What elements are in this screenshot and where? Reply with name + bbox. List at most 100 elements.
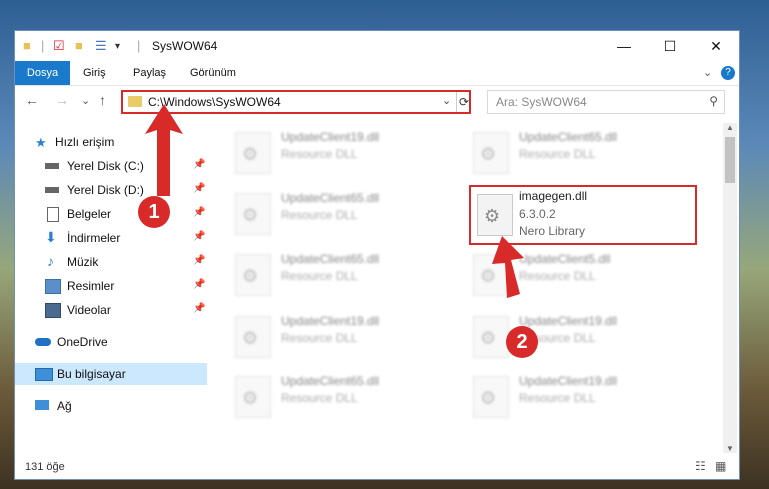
minimize-button[interactable]: — bbox=[601, 31, 647, 61]
address-dropdown-icon[interactable]: ⌄ bbox=[442, 94, 451, 107]
tab-file[interactable]: Dosya bbox=[15, 61, 70, 85]
list-item-imagegen[interactable]: imagegen.dll 6.3.0.2 Nero Library bbox=[469, 185, 697, 245]
sidebar-item-onedrive[interactable]: OneDrive bbox=[15, 331, 207, 353]
search-placeholder: Ara: SysWOW64 bbox=[496, 95, 587, 109]
sidebar-item-label: İndirmeler bbox=[67, 231, 121, 245]
sidebar-item-label: Yerel Disk (C:) bbox=[67, 159, 144, 173]
pin-icon[interactable]: 📌 bbox=[193, 207, 205, 218]
sidebar-item-videos[interactable]: Videolar 📌 bbox=[15, 299, 207, 321]
search-input[interactable]: Ara: SysWOW64 ⚲ bbox=[487, 90, 725, 114]
sidebar-item-label: Belgeler bbox=[67, 207, 112, 221]
pin-icon[interactable]: 📌 bbox=[193, 231, 205, 242]
file-description: Nero Library bbox=[519, 224, 586, 238]
list-item[interactable]: UpdateClient65.dll Resource DLL bbox=[231, 249, 451, 301]
refresh-button[interactable]: ⟳ bbox=[456, 92, 471, 112]
sidebar-item-local-disk-c[interactable]: Yerel Disk (C:) 📌 bbox=[15, 155, 207, 177]
tab-share[interactable]: Paylaş bbox=[133, 61, 166, 85]
sidebar-item-this-pc[interactable]: Bu bilgisayar bbox=[15, 363, 207, 385]
scroll-up-icon[interactable]: ▲ bbox=[726, 123, 734, 132]
dll-file-icon bbox=[235, 316, 271, 358]
pin-icon[interactable]: 📌 bbox=[193, 303, 205, 314]
list-item[interactable]: UpdateClient65.dll Resource DLL bbox=[231, 188, 451, 240]
list-item[interactable]: UpdateClient19.dll Resource DLL bbox=[231, 311, 451, 363]
up-button[interactable]: ↑ bbox=[99, 92, 106, 108]
dll-file-icon bbox=[235, 193, 271, 235]
list-item[interactable]: UpdateClient65.dll Resource DLL bbox=[231, 371, 451, 423]
file-name: UpdateClient19.dll bbox=[519, 374, 618, 388]
file-name: UpdateClient19.dll bbox=[281, 130, 380, 144]
sidebar-item-quick-access[interactable]: ★ Hızlı erişim bbox=[15, 131, 207, 153]
separator: | bbox=[41, 38, 45, 53]
sidebar-item-documents[interactable]: Belgeler 📌 bbox=[15, 203, 207, 225]
sidebar-item-label: Videolar bbox=[67, 303, 111, 317]
folder-icon bbox=[128, 96, 142, 107]
pin-icon[interactable]: 📌 bbox=[193, 255, 205, 266]
file-type: Resource DLL bbox=[519, 269, 596, 283]
pin-icon[interactable]: 📌 bbox=[193, 279, 205, 290]
sidebar-item-network[interactable]: Ağ bbox=[15, 395, 207, 417]
drive-icon bbox=[45, 187, 59, 193]
file-name: UpdateClient65.dll bbox=[281, 374, 380, 388]
window-title: SysWOW64 bbox=[152, 39, 218, 53]
videos-icon bbox=[45, 303, 61, 318]
maximize-button[interactable]: ☐ bbox=[647, 31, 693, 61]
file-list: UpdateClient19.dll Resource DLL UpdateCl… bbox=[211, 123, 721, 453]
new-folder-icon[interactable]: ■ bbox=[75, 38, 83, 53]
file-name: UpdateClient5.dll bbox=[519, 252, 611, 266]
sidebar-item-music[interactable]: ♪ Müzik 📌 bbox=[15, 251, 207, 273]
sidebar-item-downloads[interactable]: ⬇ İndirmeler 📌 bbox=[15, 227, 207, 249]
sidebar-item-pictures[interactable]: Resimler 📌 bbox=[15, 275, 207, 297]
list-item[interactable]: UpdateClient5.dll Resource DLL bbox=[469, 249, 689, 301]
details-view-icon[interactable]: ☷ bbox=[695, 459, 706, 473]
scrollbar-thumb[interactable] bbox=[725, 137, 735, 183]
properties-icon[interactable]: ☑ bbox=[53, 38, 65, 54]
dll-file-icon bbox=[473, 376, 509, 418]
collapse-ribbon-icon[interactable]: ⌄ bbox=[703, 61, 712, 85]
title-bar: ■ | ☑ ■ ☰ ▾ | SysWOW64 — ☐ ✕ bbox=[15, 31, 739, 61]
list-item[interactable]: UpdateClient19.dll Resource DLL bbox=[469, 371, 689, 423]
dll-file-icon bbox=[473, 132, 509, 174]
large-icons-view-icon[interactable]: ▦ bbox=[715, 459, 726, 473]
tab-home[interactable]: Giriş bbox=[83, 61, 106, 85]
list-item[interactable]: UpdateClient65.dll Resource DLL bbox=[469, 127, 689, 179]
customize-icon[interactable]: ☰ bbox=[95, 38, 107, 54]
pin-icon[interactable]: 📌 bbox=[193, 183, 205, 194]
file-type: Resource DLL bbox=[519, 147, 596, 161]
file-name: UpdateClient65.dll bbox=[281, 191, 380, 205]
list-item[interactable]: UpdateClient19.dll Resource DLL bbox=[231, 127, 451, 179]
star-icon: ★ bbox=[35, 135, 47, 150]
address-path: C:\Windows\SysWOW64 bbox=[148, 95, 281, 109]
file-type: Resource DLL bbox=[281, 208, 358, 222]
network-icon bbox=[35, 400, 49, 410]
file-type: Resource DLL bbox=[519, 391, 596, 405]
file-name: UpdateClient65.dll bbox=[281, 252, 380, 266]
sidebar-item-label: Müzik bbox=[67, 255, 99, 269]
item-count: 131 öğe bbox=[25, 461, 65, 473]
list-item[interactable]: UpdateClient19.dll Resource DLL bbox=[469, 311, 689, 363]
drive-icon bbox=[45, 163, 59, 169]
folder-icon[interactable]: ■ bbox=[23, 38, 31, 53]
file-type: Resource DLL bbox=[281, 147, 358, 161]
dll-file-icon bbox=[235, 376, 271, 418]
scroll-down-icon[interactable]: ▼ bbox=[726, 444, 734, 453]
sidebar-item-local-disk-d[interactable]: Yerel Disk (D:) 📌 bbox=[15, 179, 207, 201]
back-button[interactable]: ← bbox=[25, 92, 39, 108]
chevron-down-icon[interactable]: ▾ bbox=[115, 41, 120, 52]
close-button[interactable]: ✕ bbox=[693, 31, 739, 61]
navigation-bar: ← → ⌄ ↑ C:\Windows\SysWOW64 ⌄ ⟳ Ara: Sys… bbox=[15, 86, 739, 118]
file-type: Resource DLL bbox=[281, 391, 358, 405]
pin-icon[interactable]: 📌 bbox=[193, 159, 205, 170]
dll-file-icon bbox=[473, 254, 509, 296]
help-icon[interactable]: ? bbox=[721, 66, 735, 80]
file-name: UpdateClient65.dll bbox=[519, 130, 618, 144]
file-version: 6.3.0.2 bbox=[519, 207, 556, 221]
search-icon[interactable]: ⚲ bbox=[709, 94, 718, 108]
address-bar[interactable]: C:\Windows\SysWOW64 ⌄ ⟳ bbox=[121, 90, 471, 114]
forward-button[interactable]: → bbox=[55, 92, 69, 108]
music-icon: ♪ bbox=[47, 253, 54, 269]
status-bar: 131 öğe ☷ ▦ bbox=[15, 455, 739, 479]
recent-locations-button[interactable]: ⌄ bbox=[81, 94, 90, 107]
file-name: imagegen.dll bbox=[519, 189, 588, 203]
tab-view[interactable]: Görünüm bbox=[190, 61, 236, 85]
vertical-scrollbar[interactable]: ▲ ▼ bbox=[723, 123, 737, 453]
